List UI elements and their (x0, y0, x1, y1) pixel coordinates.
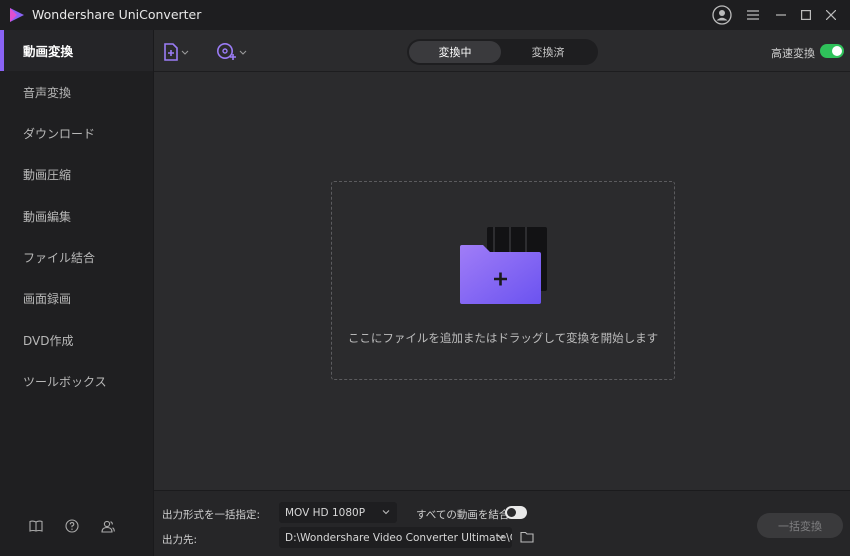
bottom-bar: 出力形式を一括指定: MOV HD 1080P すべての動画を結合 出力先: D… (154, 490, 850, 556)
sidebar: 動画変換 音声変換 ダウンロード 動画圧縮 動画編集 ファイル結合 画面録画 D… (0, 30, 153, 556)
dvd-add-icon (217, 43, 247, 60)
main-panel: 変換中 変換済 高速変換 ここにファイルを追加またはドラッグして変換を開始します… (153, 30, 850, 556)
sidebar-item-label: ダウンロード (23, 127, 96, 141)
minimize-icon[interactable] (770, 3, 792, 27)
drop-zone[interactable]: ここにファイルを追加またはドラッグして変換を開始します (331, 181, 675, 380)
sidebar-item-label: ファイル結合 (23, 251, 96, 265)
add-dvd-button[interactable] (216, 41, 250, 63)
output-path-label: 出力先: (162, 534, 198, 546)
output-format-select[interactable]: MOV HD 1080P (279, 502, 397, 523)
menu-icon[interactable] (742, 3, 764, 27)
sidebar-item-toolbox[interactable]: ツールボックス (0, 361, 153, 402)
add-folder-icon (460, 227, 547, 304)
sidebar-item-label: ツールボックス (23, 375, 107, 389)
close-icon[interactable] (820, 3, 842, 27)
sidebar-item-dvd[interactable]: DVD作成 (0, 320, 153, 361)
tab-converting[interactable]: 変換中 (409, 41, 501, 63)
sidebar-item-screen-record[interactable]: 画面録画 (0, 278, 153, 319)
sidebar-item-compress[interactable]: 動画圧縮 (0, 154, 153, 195)
add-file-icon (164, 43, 189, 61)
toolbar: 変換中 変換済 高速変換 (154, 30, 850, 72)
fast-convert-toggle[interactable] (820, 44, 844, 58)
sidebar-item-download[interactable]: ダウンロード (0, 113, 153, 154)
fast-convert-label: 高速変換 (771, 47, 815, 60)
sidebar-item-label: 動画編集 (23, 210, 72, 224)
title-bar: Wondershare UniConverter (0, 0, 850, 30)
help-icon[interactable] (64, 518, 80, 534)
tab-converted[interactable]: 変換済 (501, 41, 595, 63)
drop-zone-hint: ここにファイルを追加またはドラッグして変換を開始します (347, 331, 659, 345)
app-title: Wondershare UniConverter (32, 7, 202, 22)
sidebar-item-label: 動画圧縮 (23, 168, 72, 182)
sidebar-item-merge[interactable]: ファイル結合 (0, 237, 153, 278)
output-format-value: MOV HD 1080P (285, 506, 366, 519)
output-path-select[interactable]: D:\Wondershare Video Converter Ultimate\… (279, 527, 512, 548)
sidebar-item-label: DVD作成 (23, 334, 74, 348)
tab-label: 変換中 (438, 46, 472, 59)
convert-all-label: 一括変換 (778, 519, 822, 533)
book-icon[interactable] (28, 518, 44, 534)
maximize-icon[interactable] (795, 3, 817, 27)
users-icon[interactable] (100, 518, 116, 534)
sidebar-item-edit[interactable]: 動画編集 (0, 196, 153, 237)
chevron-down-icon (497, 535, 505, 540)
sidebar-item-label: 音声変換 (23, 86, 72, 100)
output-path-value: D:\Wondershare Video Converter Ultimate\… (285, 531, 512, 544)
sidebar-item-audio-convert[interactable]: 音声変換 (0, 72, 153, 113)
status-tabs: 変換中 変換済 (407, 39, 598, 65)
chevron-down-icon (382, 510, 390, 515)
convert-all-button[interactable]: 一括変換 (757, 513, 843, 538)
sidebar-item-video-convert[interactable]: 動画変換 (0, 30, 153, 71)
sidebar-item-label: 動画変換 (23, 44, 74, 59)
tab-label: 変換済 (531, 46, 565, 59)
account-icon[interactable] (711, 3, 733, 27)
add-file-button[interactable] (163, 41, 193, 63)
app-logo-icon (10, 8, 24, 22)
output-format-label: 出力形式を一括指定: (162, 509, 261, 521)
folder-icon[interactable] (520, 531, 534, 543)
merge-videos-label: すべての動画を結合 (416, 509, 510, 521)
merge-videos-toggle[interactable] (505, 506, 527, 519)
sidebar-item-label: 画面録画 (23, 292, 72, 306)
